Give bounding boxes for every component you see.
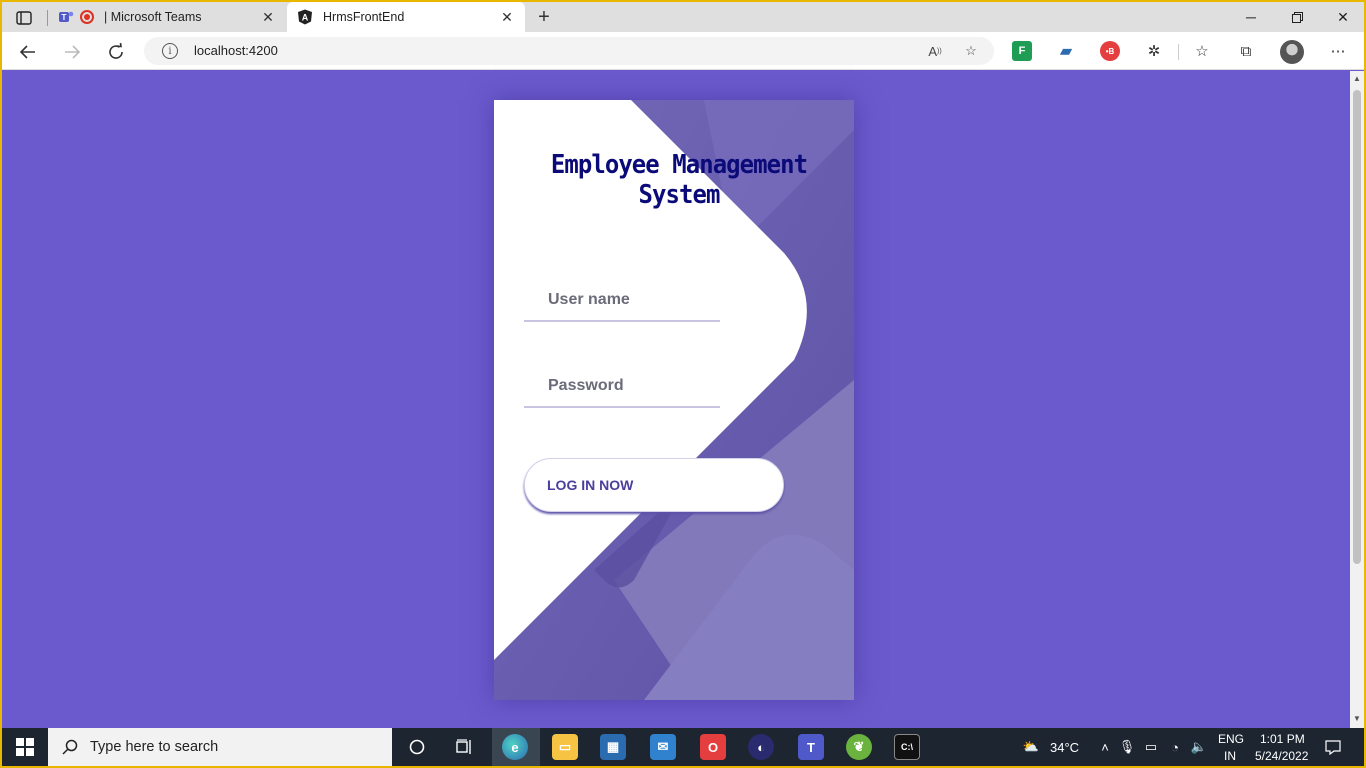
clock-date[interactable]: 5/24/2022 [1255,749,1308,763]
tab-strip: T | Microsoft Teams ✕ A HrmsFrontEnd ✕ +… [2,2,1364,32]
refresh-button[interactable] [102,38,130,66]
windows-taskbar: Type here to search e ▭ ▦ ✉ O ◐ T ❦ C:\ … [2,728,1364,766]
back-button[interactable] [14,38,42,66]
page-title: Employee Management System [550,150,808,210]
favorites-icon[interactable]: ☆ [1192,41,1212,61]
svg-text:A: A [302,13,309,23]
forward-button[interactable] [58,38,86,66]
recording-icon [80,10,94,24]
tab-label: | Microsoft Teams [104,10,202,24]
collections-icon[interactable]: ⧉ [1236,41,1256,61]
restore-button[interactable] [1274,2,1320,32]
password-input[interactable] [524,366,720,406]
weather-temperature[interactable]: 34°C [1050,740,1079,755]
battery-icon[interactable]: ▭ [1142,738,1160,756]
new-tab-button[interactable]: + [532,5,556,29]
page-content: Employee Management System LOG IN NOW [2,71,1350,728]
close-tab-icon[interactable]: ✕ [258,7,278,27]
angular-icon: A [297,9,313,25]
scroll-up-icon[interactable]: ▲ [1352,74,1362,84]
file-explorer-icon[interactable]: ▭ [552,734,578,760]
username-field[interactable] [524,280,720,322]
clock-time[interactable]: 1:01 PM [1260,732,1305,746]
scroll-thumb[interactable] [1353,90,1361,564]
terminal-icon[interactable]: C:\ [894,734,920,760]
tab-microsoft-teams[interactable]: T | Microsoft Teams ✕ [48,2,286,32]
browser-toolbar: i localhost:4200 A)) ☆ F ▰ •B ✲ ☆ ⧉ ⋯ [2,32,1364,70]
extension-notes-icon[interactable]: ▰ [1056,41,1076,61]
browser-window: T | Microsoft Teams ✕ A HrmsFrontEnd ✕ +… [2,2,1364,728]
language-region[interactable]: IN [1224,749,1236,763]
extensions-puzzle-icon[interactable]: ✲ [1144,41,1164,61]
spring-tools-icon[interactable]: ❦ [846,734,872,760]
language-indicator[interactable]: ENG [1218,732,1244,746]
microphone-icon[interactable]: 🎙 [1118,738,1136,756]
address-url[interactable]: localhost:4200 [194,43,278,58]
volume-icon[interactable]: 🔈 [1190,738,1208,756]
eclipse-icon[interactable]: ◐ [748,734,774,760]
mail-icon[interactable]: ✉ [650,734,676,760]
read-aloud-icon[interactable]: A)) [926,42,944,60]
tab-actions-icon[interactable] [12,7,36,29]
close-window-button[interactable]: ✕ [1320,2,1364,32]
address-bar[interactable]: i localhost:4200 A)) ☆ [144,37,994,65]
username-input[interactable] [524,280,720,320]
notifications-icon[interactable] [1324,738,1342,756]
toolbar-divider [1178,44,1179,60]
task-view-icon[interactable] [452,728,478,766]
extension-record-icon[interactable]: •B [1100,41,1120,61]
profile-avatar[interactable] [1280,40,1304,64]
password-field[interactable] [524,366,720,408]
site-info-icon[interactable]: i [162,43,178,59]
teams-taskbar-icon[interactable]: T [798,734,824,760]
tab-hrmsfrontend[interactable]: A HrmsFrontEnd ✕ [287,2,525,32]
close-tab-icon[interactable]: ✕ [497,7,517,27]
start-button[interactable] [10,728,40,766]
add-favorite-icon[interactable]: ☆ [962,42,980,60]
cortana-icon[interactable] [404,728,430,766]
more-menu-icon[interactable]: ⋯ [1328,41,1348,61]
weather-icon[interactable]: ⛅ [1022,738,1040,756]
login-card: Employee Management System LOG IN NOW [494,100,854,700]
extension-sheets-icon[interactable]: F [1012,41,1032,61]
edge-icon[interactable]: e [502,734,528,760]
office-icon[interactable]: O [700,734,726,760]
login-button[interactable]: LOG IN NOW [524,458,784,512]
svg-text:T: T [62,13,67,22]
store-icon[interactable]: ▦ [600,734,626,760]
scroll-down-icon[interactable]: ▼ [1352,714,1362,724]
search-icon [62,739,78,755]
show-hidden-icons[interactable]: ˄ [1096,738,1114,756]
taskbar-search[interactable]: Type here to search [48,728,392,766]
network-icon[interactable]: ◔ [1166,738,1184,756]
tab-label: HrmsFrontEnd [323,10,405,24]
minimize-button[interactable]: ─ [1228,2,1274,32]
teams-icon: T [58,9,74,25]
search-placeholder: Type here to search [90,739,219,755]
